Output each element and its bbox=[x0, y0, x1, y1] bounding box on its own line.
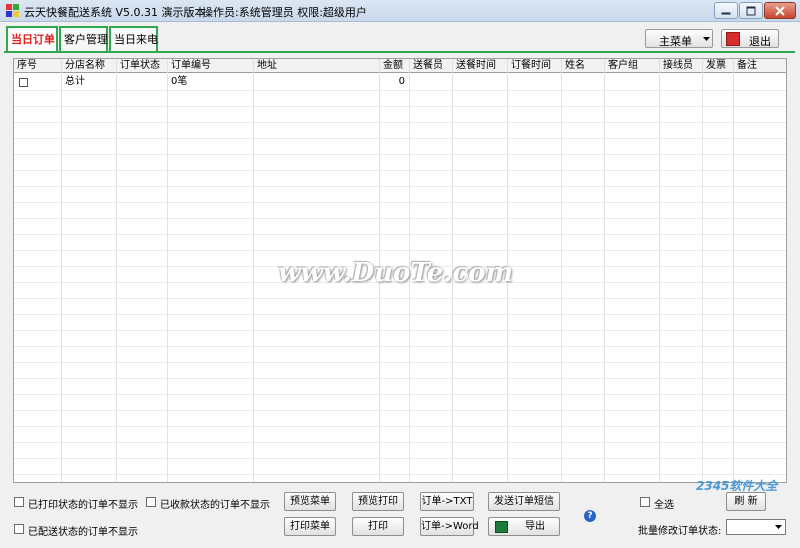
exit-label: 退出 bbox=[749, 35, 771, 48]
column-header[interactable]: 金额 bbox=[380, 59, 410, 73]
grid-line bbox=[14, 458, 786, 459]
tab-daily-orders[interactable]: 当日订单 bbox=[6, 26, 58, 53]
grid-line bbox=[14, 234, 786, 235]
close-icon bbox=[775, 5, 785, 16]
hide-delivered-label: 已配送状态的订单不显示 bbox=[28, 527, 138, 538]
export-button[interactable]: 导出 bbox=[488, 517, 560, 536]
table-row[interactable]: 总计 0笔 0 bbox=[14, 74, 786, 90]
grid-line bbox=[14, 426, 786, 427]
grid-line bbox=[14, 378, 786, 379]
column-header[interactable]: 接线员 bbox=[660, 59, 703, 73]
column-header[interactable]: 序号 bbox=[14, 59, 62, 73]
grid-line bbox=[14, 362, 786, 363]
grid-line bbox=[14, 170, 786, 171]
grid-line bbox=[14, 474, 786, 475]
grid-header: 序号 分店名称 订单状态 订单编号 地址 金额 送餐员 送餐时间 订餐时间 姓名… bbox=[14, 59, 786, 73]
select-all-checkbox[interactable] bbox=[640, 497, 650, 507]
app-icon bbox=[6, 4, 19, 17]
main-menu-label: 主菜单 bbox=[659, 35, 692, 48]
column-header[interactable]: 订单状态 bbox=[117, 59, 168, 73]
export-label: 导出 bbox=[525, 521, 545, 532]
grid-line bbox=[14, 122, 786, 123]
hide-delivered-checkbox[interactable] bbox=[14, 524, 24, 534]
send-sms-button[interactable]: 发送订单短信 bbox=[488, 492, 560, 511]
grid-line bbox=[14, 314, 786, 315]
batch-status-select[interactable] bbox=[726, 519, 786, 535]
maximize-icon bbox=[746, 6, 756, 15]
grid-line bbox=[14, 410, 786, 411]
main-menu-button[interactable]: 主菜单 bbox=[645, 29, 713, 48]
batch-status-label: 批量修改订单状态: bbox=[638, 526, 722, 537]
cell-branch: 总计 bbox=[65, 76, 85, 87]
hide-printed-label: 已打印状态的订单不显示 bbox=[28, 500, 138, 511]
column-header[interactable]: 送餐员 bbox=[410, 59, 453, 73]
column-header[interactable]: 姓名 bbox=[562, 59, 605, 73]
chevron-down-icon bbox=[703, 37, 710, 41]
column-header[interactable]: 发票 bbox=[703, 59, 734, 73]
watermark: www.DuoTe.com bbox=[278, 258, 514, 288]
grid-line bbox=[14, 186, 786, 187]
exit-button[interactable]: 退出 bbox=[721, 29, 779, 48]
column-header[interactable]: 订单编号 bbox=[168, 59, 254, 73]
column-header[interactable]: 订餐时间 bbox=[508, 59, 562, 73]
grid-line bbox=[14, 394, 786, 395]
column-header[interactable]: 分店名称 bbox=[62, 59, 117, 73]
close-button[interactable] bbox=[764, 2, 796, 19]
tab-underline bbox=[4, 51, 795, 53]
tab-daily-calls[interactable]: 当日来电 bbox=[109, 26, 158, 53]
chevron-down-icon bbox=[775, 525, 782, 529]
window-title: 云天快餐配送系统 V5.0.31 演示版本 bbox=[24, 6, 206, 19]
minimize-button[interactable] bbox=[714, 2, 738, 19]
grid-line bbox=[14, 154, 786, 155]
column-header[interactable]: 地址 bbox=[254, 59, 380, 73]
refresh-button[interactable]: 刷 新 bbox=[726, 492, 766, 511]
cell-order-no: 0笔 bbox=[171, 76, 188, 87]
order-to-word-button[interactable]: 订单->Word bbox=[420, 517, 479, 536]
minimize-icon bbox=[721, 12, 731, 14]
grid-line bbox=[14, 218, 786, 219]
column-header[interactable]: 备注 bbox=[734, 59, 786, 73]
cell-amount: 0 bbox=[398, 76, 405, 87]
maximize-button[interactable] bbox=[739, 2, 763, 19]
grid-line bbox=[14, 250, 786, 251]
print-menu-button[interactable]: 打印菜单 bbox=[284, 517, 336, 536]
grid-line bbox=[14, 138, 786, 139]
row-checkbox[interactable] bbox=[19, 78, 28, 87]
excel-icon bbox=[495, 521, 508, 533]
hide-paid-checkbox[interactable] bbox=[146, 497, 156, 507]
column-header[interactable]: 送餐时间 bbox=[453, 59, 508, 73]
hide-paid-label: 已收款状态的订单不显示 bbox=[160, 500, 270, 511]
help-icon[interactable]: ? bbox=[584, 510, 596, 522]
grid-line bbox=[14, 106, 786, 107]
preview-menu-button[interactable]: 预览菜单 bbox=[284, 492, 336, 511]
grid-line bbox=[14, 442, 786, 443]
grid-line bbox=[14, 90, 786, 91]
preview-print-button[interactable]: 预览打印 bbox=[352, 492, 404, 511]
exit-icon bbox=[726, 32, 740, 46]
order-to-txt-button[interactable]: 订单->TXT bbox=[420, 492, 474, 511]
column-header[interactable]: 客户组 bbox=[605, 59, 660, 73]
grid-line bbox=[14, 346, 786, 347]
grid-line bbox=[14, 202, 786, 203]
grid-line bbox=[14, 330, 786, 331]
print-button[interactable]: 打印 bbox=[352, 517, 404, 536]
hide-printed-checkbox[interactable] bbox=[14, 497, 24, 507]
select-all-label: 全选 bbox=[654, 500, 674, 511]
tab-customer-management[interactable]: 客户管理 bbox=[59, 26, 108, 53]
operator-info: 操作员:系统管理员 权限:超级用户 bbox=[202, 6, 367, 19]
title-bar: 云天快餐配送系统 V5.0.31 演示版本 操作员:系统管理员 权限:超级用户 bbox=[0, 0, 800, 22]
grid-line bbox=[14, 298, 786, 299]
